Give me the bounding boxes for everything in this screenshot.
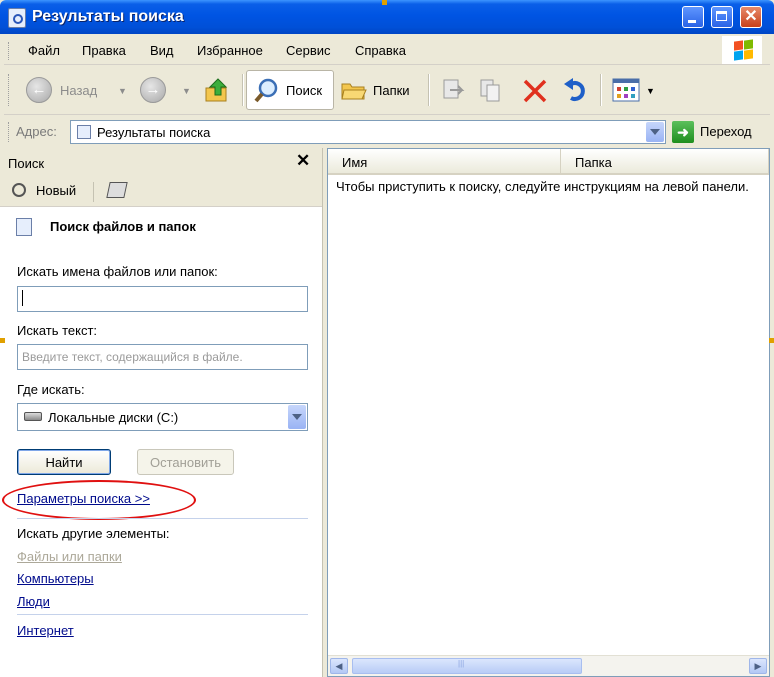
go-button[interactable]: ➜ Переход bbox=[672, 120, 768, 144]
location-select[interactable]: Локальные диски (C:) bbox=[17, 403, 308, 431]
maximize-icon bbox=[716, 11, 727, 21]
move-to-button[interactable] bbox=[436, 70, 470, 110]
menu-bar: Файл Правка Вид Избранное Сервис Справка bbox=[4, 36, 770, 65]
search-companion-book-icon[interactable] bbox=[106, 182, 128, 198]
new-search-label: Новый bbox=[36, 183, 77, 198]
text-caret bbox=[22, 290, 23, 306]
search-section-title: Поиск файлов и папок bbox=[50, 219, 196, 234]
up-folder-icon bbox=[205, 78, 228, 102]
menu-help[interactable]: Справка bbox=[355, 43, 406, 58]
hard-drive-icon bbox=[24, 412, 42, 421]
menu-grip[interactable] bbox=[8, 42, 11, 60]
location-value: Локальные диски (C:) bbox=[48, 410, 179, 425]
results-message: Чтобы приступить к поиску, следуйте инст… bbox=[336, 179, 749, 194]
delete-icon bbox=[523, 79, 547, 103]
find-button[interactable]: Найти bbox=[17, 449, 111, 475]
filename-input[interactable] bbox=[17, 286, 308, 312]
folders-label: Папки bbox=[373, 83, 410, 98]
views-dropdown-icon[interactable]: ▼ bbox=[646, 86, 655, 96]
horizontal-scrollbar[interactable]: ◀ ▶ bbox=[328, 655, 769, 676]
go-arrow-icon: ➜ bbox=[672, 121, 694, 143]
new-search-icon bbox=[12, 183, 26, 197]
delete-button[interactable] bbox=[518, 70, 552, 110]
address-label: Адрес: bbox=[16, 124, 57, 139]
copy-to-button[interactable] bbox=[474, 70, 508, 110]
menu-edit[interactable]: Правка bbox=[82, 43, 126, 58]
column-folder-label: Папка bbox=[575, 155, 612, 170]
views-button[interactable]: ▼ bbox=[608, 70, 656, 110]
standard-toolbar: ← Назад ▼ → ▼ Поиск Папки ▼ bbox=[4, 66, 770, 115]
column-name-label: Имя bbox=[342, 155, 368, 170]
scroll-left-icon[interactable]: ◀ bbox=[330, 658, 348, 674]
people-link[interactable]: Люди bbox=[17, 594, 50, 609]
files-or-folders-link[interactable]: Файлы или папки bbox=[17, 549, 122, 564]
undo-button[interactable] bbox=[558, 70, 592, 110]
search-label: Поиск bbox=[286, 83, 323, 98]
back-arrow-icon: ← bbox=[26, 77, 52, 103]
window-title: Результаты поиска bbox=[32, 8, 184, 25]
text-label: Искать текст: bbox=[17, 323, 98, 338]
search-results-icon bbox=[77, 125, 91, 139]
other-items-label: Искать другие элементы: bbox=[17, 526, 170, 541]
title-bar[interactable]: Результаты поиска ✕ bbox=[0, 0, 774, 34]
location-dropdown-icon[interactable] bbox=[288, 405, 306, 429]
close-icon: ✕ bbox=[744, 8, 758, 25]
menu-file[interactable]: Файл bbox=[28, 43, 60, 58]
search-pane: Поиск ✕ Новый Поиск файлов и папок Искат… bbox=[0, 148, 323, 677]
search-results-icon bbox=[8, 8, 26, 28]
back-label: Назад bbox=[60, 83, 98, 98]
results-pane: Имя Папка Чтобы приступить к поиску, сле… bbox=[327, 148, 770, 677]
search-pane-title: Поиск bbox=[8, 156, 45, 171]
close-button[interactable]: ✕ bbox=[740, 6, 762, 28]
forward-button[interactable]: → ▼ bbox=[136, 70, 194, 110]
forward-dropdown-icon[interactable]: ▼ bbox=[182, 86, 191, 96]
stop-button[interactable]: Остановить bbox=[137, 449, 234, 475]
address-value: Результаты поиска bbox=[97, 125, 211, 140]
filename-label: Искать имена файлов или папок: bbox=[17, 264, 218, 279]
menu-favorites[interactable]: Избранное bbox=[197, 43, 263, 58]
back-dropdown-icon[interactable]: ▼ bbox=[118, 86, 127, 96]
minimize-button[interactable] bbox=[682, 6, 704, 28]
undo-icon bbox=[564, 78, 585, 101]
resize-handle-top bbox=[382, 0, 387, 5]
internet-link[interactable]: Интернет bbox=[17, 623, 74, 638]
location-label: Где искать: bbox=[17, 382, 85, 397]
search-files-icon bbox=[16, 218, 32, 236]
menu-tools[interactable]: Сервис bbox=[286, 43, 331, 58]
maximize-button[interactable] bbox=[711, 6, 733, 28]
search-button[interactable]: Поиск bbox=[246, 70, 334, 110]
resize-handle-left bbox=[0, 338, 5, 343]
address-input[interactable]: Результаты поиска bbox=[70, 120, 666, 144]
search-pane-header: Поиск ✕ bbox=[0, 148, 322, 176]
resize-handle-right bbox=[769, 338, 774, 343]
address-bar: Адрес: Результаты поиска ➜ Переход bbox=[4, 118, 770, 146]
windows-logo-icon bbox=[722, 36, 762, 64]
go-label: Переход bbox=[700, 124, 752, 139]
move-to-icon bbox=[443, 79, 465, 99]
computers-link[interactable]: Компьютеры bbox=[17, 571, 94, 586]
search-icon bbox=[254, 78, 278, 103]
column-header-name[interactable]: Имя bbox=[328, 149, 561, 175]
explorer-window: Результаты поиска ✕ Файл Правка Вид Избр… bbox=[0, 0, 774, 677]
menu-view[interactable]: Вид bbox=[150, 43, 174, 58]
scroll-right-icon[interactable]: ▶ bbox=[749, 658, 767, 674]
address-grip[interactable] bbox=[8, 122, 11, 142]
back-button[interactable]: ← Назад ▼ bbox=[20, 70, 128, 110]
folders-button[interactable]: Папки bbox=[338, 70, 422, 110]
views-icon bbox=[612, 78, 640, 102]
text-input[interactable] bbox=[17, 344, 308, 370]
search-pane-close-icon[interactable]: ✕ bbox=[296, 151, 310, 171]
search-pane-toolbar: Новый bbox=[0, 176, 322, 207]
copy-to-icon bbox=[480, 79, 500, 102]
toolbar-grip[interactable] bbox=[8, 74, 11, 106]
scroll-thumb[interactable] bbox=[352, 658, 582, 674]
column-header-folder[interactable]: Папка bbox=[561, 149, 769, 175]
forward-arrow-icon: → bbox=[140, 77, 166, 103]
address-dropdown-icon[interactable] bbox=[646, 122, 664, 142]
folders-icon bbox=[341, 83, 367, 100]
up-folder-button[interactable] bbox=[200, 70, 236, 110]
highlight-ellipse bbox=[2, 480, 196, 520]
minimize-icon bbox=[688, 20, 696, 23]
